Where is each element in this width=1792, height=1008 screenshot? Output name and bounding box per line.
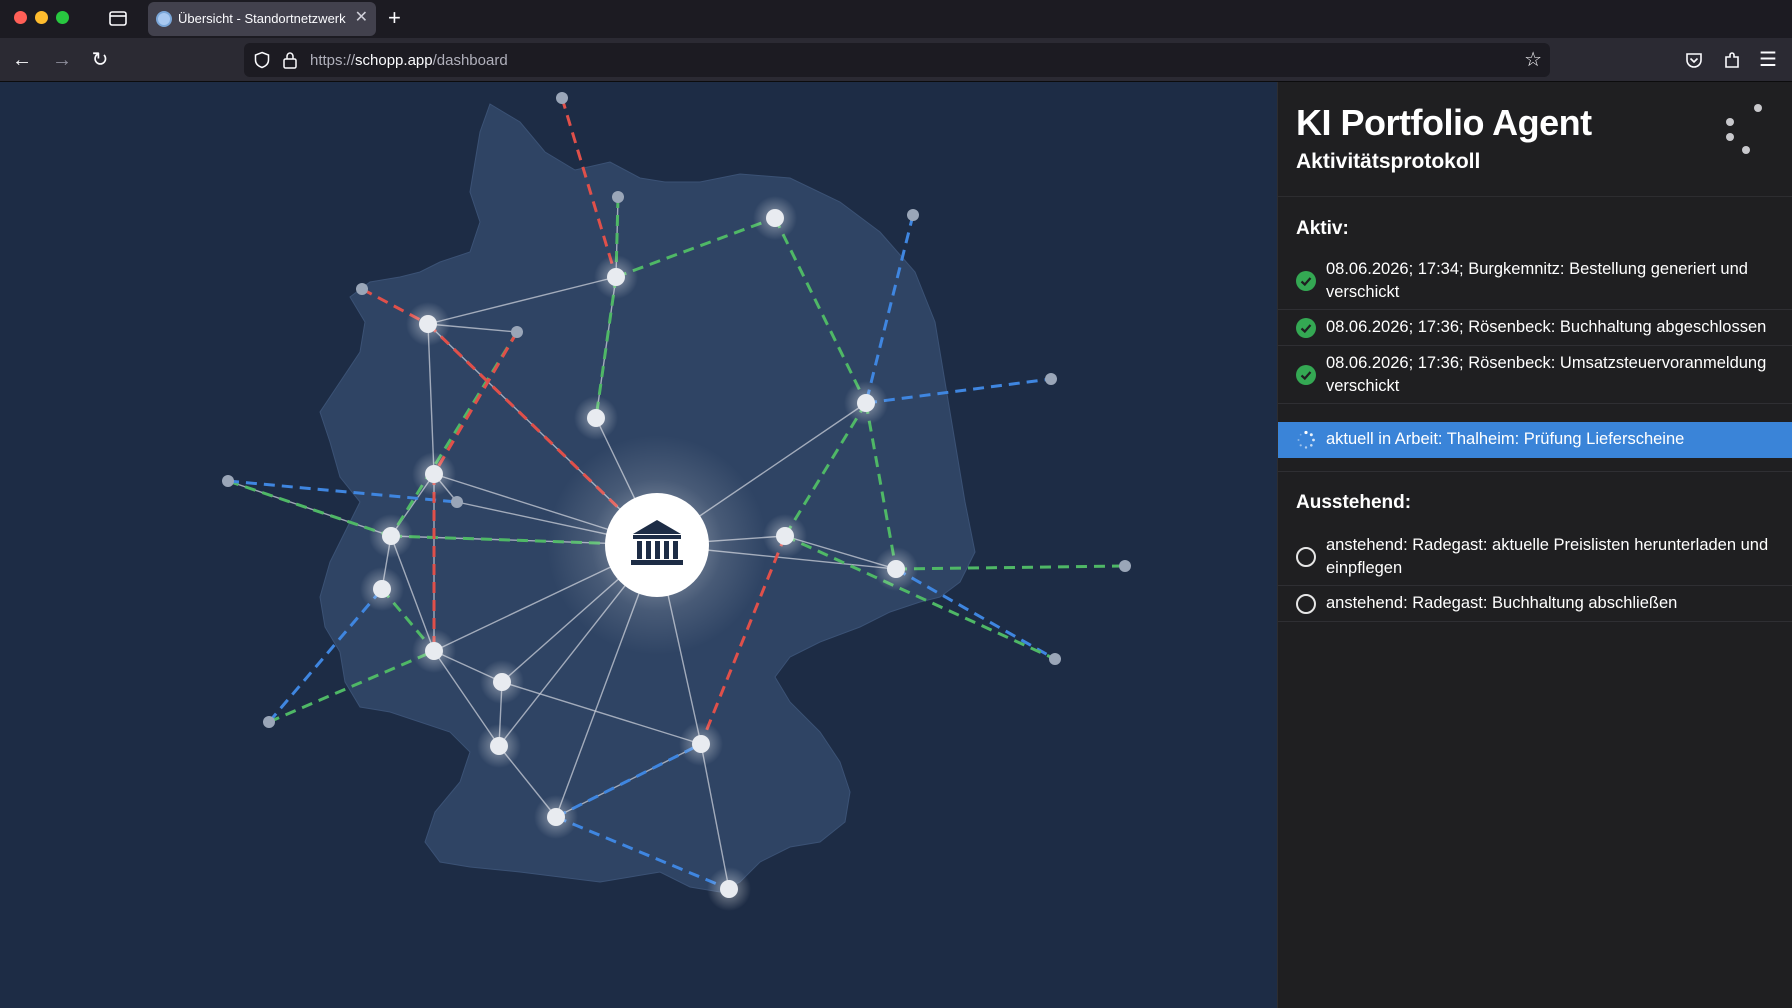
lock-icon[interactable] (282, 51, 298, 69)
url-host: schopp.app (355, 52, 433, 69)
location-node[interactable] (720, 880, 738, 898)
globe-icon (156, 11, 172, 27)
browser-nav-bar: ← → ↻ https://schopp.app/dashboard ☆ ☰ (0, 38, 1792, 82)
location-node[interactable] (612, 191, 624, 203)
section-divider (1278, 458, 1792, 472)
location-node[interactable] (776, 527, 794, 545)
browser-tab-bar: Übersicht - Standortnetzwerk ✕ + (0, 0, 1792, 38)
activity-row-done: 08.06.2026; 17:34; Burgkemnitz: Bestellu… (1278, 252, 1792, 310)
empty-circle-icon (1296, 547, 1316, 567)
location-node[interactable] (382, 527, 400, 545)
url-text[interactable]: https://schopp.app/dashboard (310, 52, 508, 69)
back-arrow-icon[interactable]: ← (10, 48, 34, 72)
location-node[interactable] (607, 268, 625, 286)
network-link-dashed (895, 567, 1056, 661)
pending-section-heading: Ausstehend: (1296, 492, 1412, 513)
germany-network-map (0, 82, 1277, 1008)
activity-text: 08.06.2026; 17:36; Rösenbeck: Umsatzsteu… (1326, 354, 1767, 395)
location-node[interactable] (887, 560, 905, 578)
location-node[interactable] (263, 716, 275, 728)
url-path: /dashboard (432, 52, 508, 69)
reload-icon[interactable]: ↻ (88, 48, 112, 72)
window-close-button[interactable] (14, 11, 27, 24)
window-zoom-button[interactable] (56, 11, 69, 24)
location-node[interactable] (907, 209, 919, 221)
address-bar[interactable]: https://schopp.app/dashboard ☆ (244, 43, 1550, 77)
header-divider (1278, 196, 1792, 197)
url-scheme: https:// (310, 52, 356, 69)
decorative-dots-icon (1726, 104, 1762, 154)
location-node[interactable] (373, 580, 391, 598)
location-node[interactable] (1045, 373, 1057, 385)
activity-panel: KI Portfolio Agent Aktivitätsprotokoll A… (1277, 82, 1792, 1008)
hamburger-menu-icon[interactable]: ☰ (1756, 48, 1780, 72)
location-node[interactable] (511, 326, 523, 338)
check-icon (1296, 271, 1316, 291)
activity-text: anstehend: Radegast: aktuelle Preisliste… (1326, 536, 1769, 577)
location-node[interactable] (857, 394, 875, 412)
activity-text: aktuell in Arbeit: Thalheim: Prüfung Lie… (1326, 430, 1685, 448)
forward-arrow-icon[interactable]: → (50, 48, 74, 72)
location-node[interactable] (451, 496, 463, 508)
location-node[interactable] (587, 409, 605, 427)
panel-title: KI Portfolio Agent (1296, 102, 1592, 143)
bookmark-star-icon[interactable]: ☆ (1524, 49, 1542, 71)
browser-tab-active[interactable]: Übersicht - Standortnetzwerk ✕ (148, 2, 376, 36)
tab-overview-icon[interactable] (108, 9, 128, 27)
activity-row-done: 08.06.2026; 17:36; Rösenbeck: Umsatzsteu… (1278, 346, 1792, 404)
activity-row-done: 08.06.2026; 17:36; Rösenbeck: Buchhaltun… (1278, 310, 1792, 346)
empty-circle-icon (1296, 594, 1316, 614)
pocket-icon[interactable] (1682, 48, 1706, 72)
activity-row-pending: anstehend: Radegast: Buchhaltung abschli… (1278, 586, 1792, 622)
location-node[interactable] (556, 92, 568, 104)
shield-icon[interactable] (253, 51, 271, 69)
location-node[interactable] (419, 315, 437, 333)
location-node[interactable] (766, 209, 784, 227)
location-node[interactable] (222, 475, 234, 487)
location-node[interactable] (1049, 653, 1061, 665)
window-minimize-button[interactable] (35, 11, 48, 24)
activity-text: anstehend: Radegast: Buchhaltung abschli… (1326, 594, 1678, 612)
new-tab-button[interactable]: + (388, 5, 401, 31)
activity-row-pending: anstehend: Radegast: aktuelle Preisliste… (1278, 528, 1792, 586)
extensions-puzzle-icon[interactable] (1720, 48, 1744, 72)
map-canvas (222, 92, 1131, 911)
activity-text: 08.06.2026; 17:34; Burgkemnitz: Bestellu… (1326, 260, 1748, 301)
location-node[interactable] (425, 465, 443, 483)
check-icon (1296, 365, 1316, 385)
check-icon (1296, 318, 1316, 338)
location-node[interactable] (490, 737, 508, 755)
location-node[interactable] (1119, 560, 1131, 572)
panel-subtitle: Aktivitätsprotokoll (1296, 150, 1481, 173)
location-node[interactable] (692, 735, 710, 753)
active-section-heading: Aktiv: (1296, 218, 1349, 239)
close-tab-icon[interactable]: ✕ (355, 9, 368, 27)
activity-row-current[interactable]: aktuell in Arbeit: Thalheim: Prüfung Lie… (1278, 422, 1792, 458)
activity-text: 08.06.2026; 17:36; Rösenbeck: Buchhaltun… (1326, 318, 1767, 336)
location-node[interactable] (356, 283, 368, 295)
location-node[interactable] (425, 642, 443, 660)
loading-spinner-icon (1297, 430, 1315, 449)
tab-title: Übersicht - Standortnetzwerk (178, 11, 346, 26)
location-node[interactable] (547, 808, 565, 826)
location-node[interactable] (493, 673, 511, 691)
